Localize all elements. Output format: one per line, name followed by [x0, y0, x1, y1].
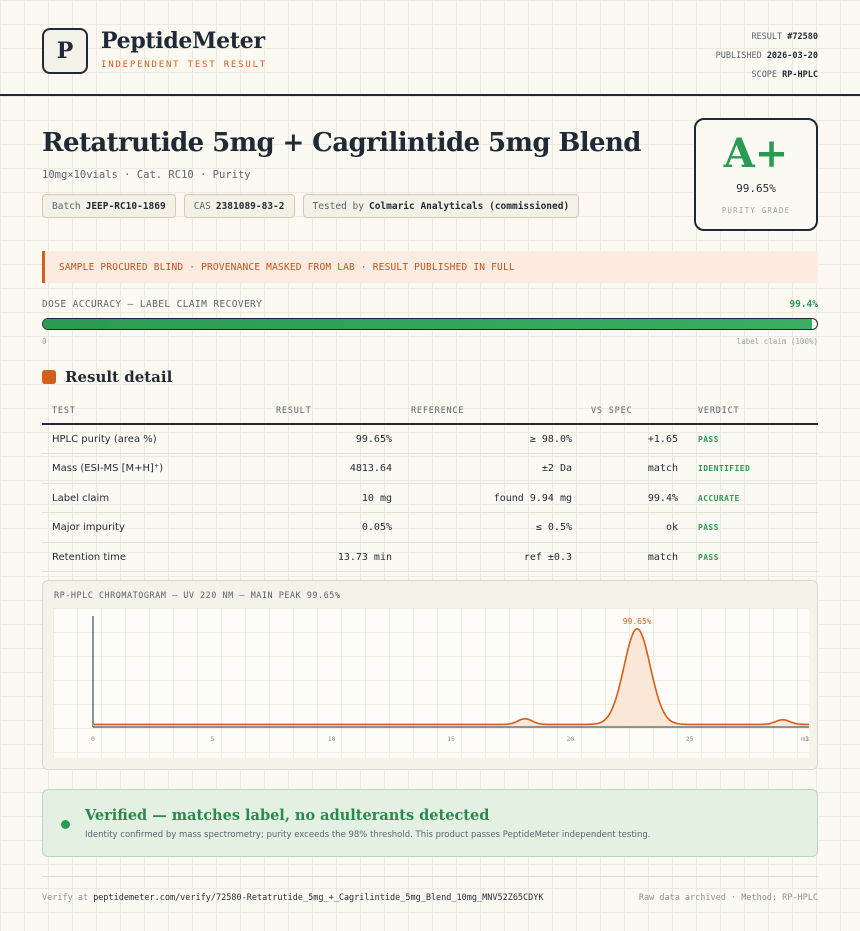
row-verdict-badge: PASS	[698, 552, 719, 562]
row-test-cell: Mass (ESI-MS [M+H]⁺)	[52, 463, 164, 475]
dose-accuracy-fill	[43, 319, 813, 329]
col-result: RESULT	[276, 406, 312, 416]
x-tick-label: 20	[566, 735, 574, 743]
row-result-cell: 99.65%	[355, 434, 392, 445]
report-header: P PeptideMeter INDEPENDENT TEST RESULT R…	[0, 0, 860, 96]
footer-method: Raw data archived · Method: RP-HPLC	[638, 893, 818, 903]
col-test: TEST	[52, 406, 76, 416]
verified-title: Verified — matches label, no adulterants…	[85, 807, 490, 824]
row-result-cell: 4813.64	[349, 463, 392, 475]
product-tags: Batch JEEP-RC10-1869 CAS 2381089-83-2 Test…	[42, 194, 580, 218]
table-row: HPLC purity (area %) 99.65% ≥ 98.0% +1.65 PA…	[42, 425, 818, 455]
footer-divider	[42, 876, 818, 877]
cas-tag: CAS 2381089-83-2	[183, 194, 295, 218]
result-detail-title: Result detail	[65, 368, 173, 386]
row-vs-spec-cell: match	[647, 463, 678, 475]
purity-grade-card: A+ 99.65% PURITY GRADE	[694, 118, 818, 231]
footer-verify: Verify at peptidemeter.com/verify/72580-…	[42, 893, 544, 903]
result-table: TEST RESULT REFERENCE VS SPEC VERDICT HP…	[42, 398, 818, 572]
row-vs-spec-cell: match	[647, 551, 678, 563]
chromatogram-title: RP-HPLC CHROMATOGRAM — UV 220 NM — MAIN …	[54, 591, 341, 601]
row-vs-spec-cell: ok	[665, 522, 678, 534]
product-subtitle: 10mg×10vials · Cat. RC10 · Purity	[42, 169, 251, 181]
batch-tag: Batch JEEP-RC10-1869	[42, 194, 176, 218]
x-tick-label: 5	[210, 735, 214, 743]
x-tick-label: 10	[328, 735, 336, 743]
row-vs-spec-cell: +1.65	[647, 434, 678, 445]
product-title: Retatrutide 5mg + Cagrilintide 5mg Blend	[42, 128, 641, 158]
row-test-cell: HPLC purity (area %)	[52, 434, 157, 445]
brand-logo: P	[42, 28, 88, 74]
row-verdict-badge: IDENTIFIED	[698, 464, 751, 474]
row-vs-spec-cell: 99.4%	[647, 492, 678, 504]
x-tick-label: 0	[91, 735, 95, 743]
brand-tagline: INDEPENDENT TEST RESULT	[101, 60, 268, 70]
chromatogram-panel: RP-HPLC CHROMATOGRAM — UV 220 NM — MAIN …	[42, 580, 818, 770]
dose-bar-min-label: 0	[42, 337, 47, 346]
grade-label: PURITY GRADE	[721, 206, 791, 215]
row-verdict-badge: ACCURATE	[698, 493, 740, 503]
chromatogram-svg: 99.65%051015202530min	[91, 616, 809, 743]
x-tick-label: 25	[686, 735, 694, 743]
row-result-cell: 10 mg	[361, 492, 392, 504]
col-verdict: VERDICT	[698, 406, 740, 416]
row-reference-cell: found 9.94 mg	[493, 492, 572, 504]
col-reference: REFERENCE	[411, 406, 465, 416]
dose-accuracy-value: 99.4%	[789, 299, 818, 310]
brand-name: PeptideMeter	[101, 28, 265, 54]
grade-value: 99.65%	[736, 182, 776, 195]
x-unit-label: min	[801, 735, 809, 743]
row-reference-cell: ±2 Da	[541, 463, 572, 475]
dose-bar-max-label: label claim (100%)	[736, 337, 818, 346]
verified-dot-icon	[61, 820, 70, 829]
grade-letter: A+	[723, 130, 789, 177]
verify-link[interactable]: peptidemeter.com/verify/72580-Retatrutid…	[93, 893, 543, 903]
row-result-cell: 0.05%	[361, 522, 392, 534]
main-peak-label: 99.65%	[623, 617, 652, 626]
meta-published: PUBLISHED 2026-03-20	[715, 51, 818, 61]
procurement-banner: SAMPLE PROCURED BLIND · PROVENANCE MASKE…	[42, 251, 818, 283]
tested-by-tag: Tested by Colmaric Analyticals (commissio…	[302, 194, 580, 218]
row-test-cell: Retention time	[52, 551, 126, 563]
chromatogram-plot: 99.65%051015202530min	[53, 608, 809, 758]
row-reference-cell: ref ±0.3	[523, 551, 572, 563]
table-row: Mass (ESI-MS [M+H]⁺) 4813.64 ±2 Da match IDE…	[42, 454, 818, 484]
meta-result: RESULT #72580	[751, 32, 818, 42]
row-test-cell: Major impurity	[52, 522, 125, 534]
result-table-header: TEST RESULT REFERENCE VS SPEC VERDICT	[42, 398, 818, 425]
dose-accuracy-bar	[42, 318, 818, 330]
table-row: Label claim 10 mg found 9.94 mg 99.4% ACCURA…	[42, 484, 818, 514]
col-vs-spec: VS SPEC	[591, 406, 633, 416]
x-tick-label: 15	[447, 735, 455, 743]
chromatogram-fill	[93, 628, 809, 726]
meta-scope: SCOPE RP-HPLC	[751, 70, 818, 80]
row-reference-cell: ≥ 98.0%	[529, 434, 572, 445]
table-row: Major impurity 0.05% ≤ 0.5% ok PASS	[42, 513, 818, 543]
verified-text: Identity confirmed by mass spectrometry;…	[85, 830, 651, 840]
row-test-cell: Label claim	[52, 492, 110, 504]
chromatogram-trace	[93, 627, 809, 726]
row-result-cell: 13.73 min	[337, 551, 392, 563]
report-meta: RESULT #72580 PUBLISHED 2026-03-20 SCOPE…	[716, 28, 818, 85]
dose-accuracy-label: DOSE ACCURACY — LABEL CLAIM RECOVERY	[42, 299, 263, 310]
row-reference-cell: ≤ 0.5%	[535, 522, 572, 534]
verified-box: Verified — matches label, no adulterants…	[42, 789, 818, 857]
result-detail-marker-icon	[42, 370, 56, 384]
row-verdict-badge: PASS	[698, 435, 719, 444]
table-row: Retention time 13.73 min ref ±0.3 match PASS	[42, 543, 818, 572]
row-verdict-badge: PASS	[698, 523, 719, 533]
